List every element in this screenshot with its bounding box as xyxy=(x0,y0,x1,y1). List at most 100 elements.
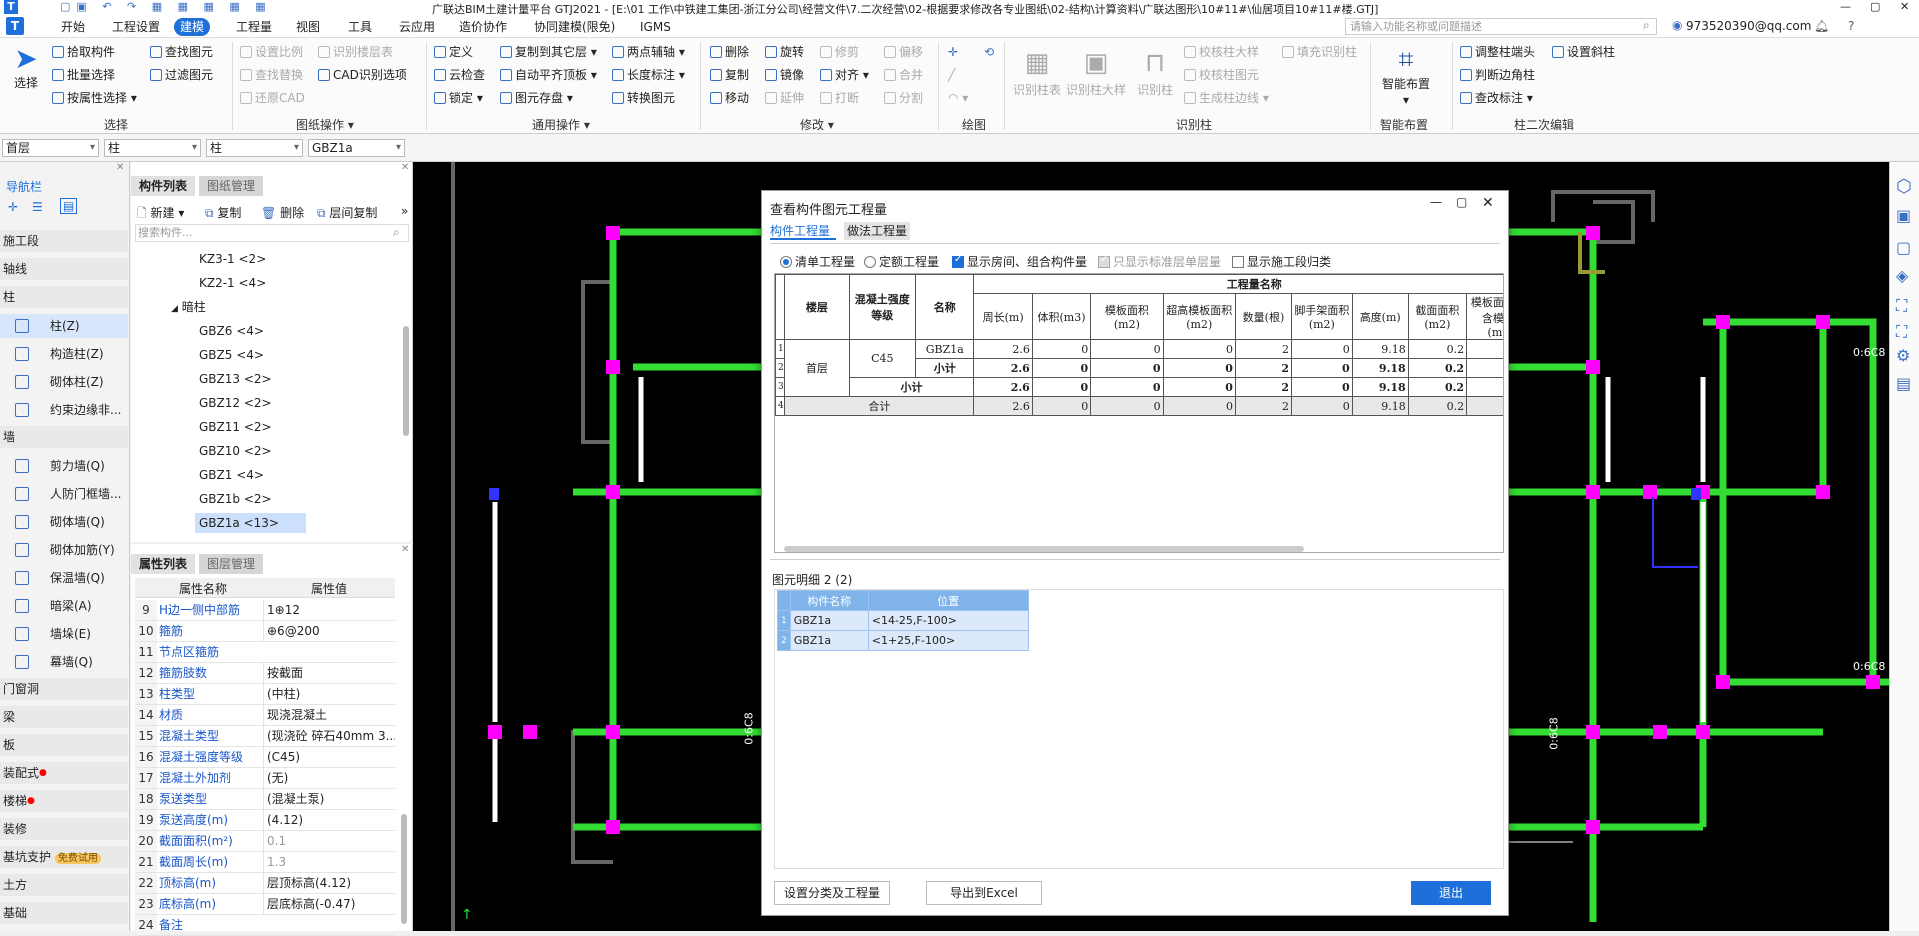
recognize-column-detail-button[interactable]: ▣ 识别柱大样 xyxy=(1066,44,1126,98)
property-row[interactable]: 13 柱类型 (中柱) xyxy=(135,684,395,705)
property-value[interactable]: (中柱) xyxy=(263,684,395,704)
nav-item-hidden-beam[interactable]: 暗梁(A) xyxy=(0,594,128,618)
zoom-window-icon[interactable]: ⛶ xyxy=(1896,322,1907,342)
checkbox-standard-floor[interactable]: 只显示标准层单层量 xyxy=(1098,253,1221,270)
judge-corner-column-button[interactable]: 判断边角柱 xyxy=(1460,67,1535,83)
length-dimension-button[interactable]: 长度标注 ▾ xyxy=(612,67,685,83)
property-row[interactable]: 16 混凝土强度等级 (C45) xyxy=(135,747,395,768)
nav-section-construction-segment[interactable]: 施工段 xyxy=(0,230,128,252)
property-value[interactable]: 1⊕12 xyxy=(263,600,395,620)
floor-select[interactable]: 首层 xyxy=(2,139,99,157)
exit-button[interactable]: 退出 xyxy=(1411,881,1491,905)
fit-screen-icon[interactable]: ⛶ xyxy=(1896,296,1907,316)
property-row[interactable]: 12 箍筋肢数 按截面 xyxy=(135,663,395,684)
tree-item[interactable]: GBZ11 <2> xyxy=(195,417,276,437)
nav-section-openings[interactable]: 门窗洞 xyxy=(0,678,128,700)
property-row[interactable]: 23 底标高(m) 层底标高(-0.47) xyxy=(135,894,395,915)
offset-button[interactable]: 偏移 xyxy=(884,44,923,60)
export-excel-button[interactable]: 导出到Excel xyxy=(926,881,1042,905)
align-button[interactable]: 对齐 ▾ xyxy=(820,67,869,83)
smart-layout-button[interactable]: ⌗ 智能布置 ▾ xyxy=(1378,44,1434,108)
property-value[interactable]: 0.1 xyxy=(263,831,395,851)
property-value[interactable]: (无) xyxy=(263,768,395,788)
detail-row[interactable]: 2 GBZ1a <1+25,F-100> xyxy=(777,630,1029,651)
property-value[interactable]: (现浇砼 碎石40mm 3... xyxy=(263,726,395,746)
nav-item-masonry-rebar[interactable]: 砌体加筋(Y) xyxy=(0,538,128,562)
dialog-maximize-icon[interactable]: ▢ xyxy=(1456,195,1467,209)
window-max-icon[interactable]: ▢ xyxy=(1870,0,1880,13)
mirror-button[interactable]: 镜像 xyxy=(765,67,804,83)
property-row[interactable]: 17 混凝土外加剂 (无) xyxy=(135,768,395,789)
extend-button[interactable]: 延伸 xyxy=(765,90,804,106)
line-draw-icon[interactable]: ╱ xyxy=(948,67,955,83)
menu-cloud[interactable]: 云应用 xyxy=(393,18,441,36)
nav-section-beam[interactable]: 梁 xyxy=(0,706,128,728)
menu-igms[interactable]: IGMS xyxy=(634,18,677,36)
tree-group-hidden-column[interactable]: ◢ 暗柱 xyxy=(167,297,210,317)
nav-section-wall[interactable]: 墙 xyxy=(0,426,128,448)
table-row[interactable]: 3 小计 2.6 0 0 0 2 0 9.18 0.2 xyxy=(775,377,1503,397)
nav-section-stairs[interactable]: 楼梯● xyxy=(0,790,128,812)
search-icon[interactable]: ⌕ xyxy=(393,225,400,240)
nav-section-axis[interactable]: 轴线 xyxy=(0,258,128,280)
trim-button[interactable]: 修剪 xyxy=(820,44,859,60)
pin-icon[interactable]: ✛ xyxy=(8,200,18,214)
nav-section-excavation-support[interactable]: 基坑支护 免费试用 xyxy=(0,846,128,868)
menu-project-settings[interactable]: 工程设置 xyxy=(106,18,166,36)
auto-align-top-button[interactable]: 自动平齐顶板 ▾ xyxy=(500,67,597,83)
detail-row[interactable]: 1 GBZ1a <14-25,F-100> xyxy=(777,610,1029,631)
panel-close-icon[interactable]: ✕ xyxy=(401,162,409,173)
menu-collab-modeling[interactable]: 协同建模(限免) xyxy=(528,18,621,36)
component-select[interactable]: GBZ1a xyxy=(308,139,405,157)
list-view-icon[interactable]: ☰ xyxy=(32,200,43,214)
property-row[interactable]: 14 材质 现浇混凝土 xyxy=(135,705,395,726)
tree-item[interactable]: GBZ5 <4> xyxy=(195,345,268,365)
tab-property-list[interactable]: 属性列表 xyxy=(131,554,196,574)
property-value[interactable]: (C45) xyxy=(263,747,395,767)
nav-item-civil-defense-wall[interactable]: 人防门框墙... xyxy=(0,482,128,506)
delete-component-button[interactable]: 🗑︎ 删除 xyxy=(261,204,304,221)
search-input[interactable]: 请输入功能名称或问题描述 xyxy=(1345,18,1657,35)
nav-item-masonry-column[interactable]: 砌体柱(Z) xyxy=(0,370,128,394)
convert-element-button[interactable]: 转换图元 xyxy=(612,90,675,106)
help-icon[interactable]: ? xyxy=(1848,19,1854,33)
lock-button[interactable]: 锁定 ▾ xyxy=(434,90,483,106)
search-icon[interactable]: ⌕ xyxy=(1643,18,1650,33)
window-close-icon[interactable]: ✕ xyxy=(1900,0,1909,13)
tab-component-list[interactable]: 构件列表 xyxy=(131,176,196,196)
radio-bill-quantity[interactable]: 清单工程量 xyxy=(780,253,855,270)
nav-section-decoration[interactable]: 装修 xyxy=(0,818,128,840)
tree-item[interactable]: GBZ1b <2> xyxy=(195,489,276,509)
checkbox-show-room[interactable]: 显示房间、组合构件量 xyxy=(952,253,1087,270)
recognize-column-button[interactable]: ⊓ 识别柱 xyxy=(1130,44,1180,98)
save-element-button[interactable]: 图元存盘 ▾ xyxy=(500,90,573,106)
detail-view-icon[interactable]: ▤ xyxy=(60,198,78,214)
tree-item[interactable]: GBZ1 <4> xyxy=(195,465,268,485)
menu-cost-collab[interactable]: 造价协作 xyxy=(453,18,513,36)
filter-element-button[interactable]: 过滤图元 xyxy=(150,67,213,83)
set-classification-button[interactable]: 设置分类及工程量 xyxy=(774,881,890,905)
cad-options-button[interactable]: CAD识别选项 xyxy=(318,67,407,83)
list-icon[interactable]: ▤ xyxy=(1896,374,1911,393)
checkbox-construction-segment[interactable]: 显示施工段归类 xyxy=(1232,253,1331,270)
generate-column-edge-button[interactable]: 生成柱边线 ▾ xyxy=(1184,90,1269,106)
free-trial-badge[interactable]: 免费试用 xyxy=(54,853,101,864)
fill-recognize-column-button[interactable]: 填充识别柱 xyxy=(1282,44,1357,60)
copy-button[interactable]: 复制 xyxy=(710,67,749,83)
select-by-attribute-button[interactable]: 按属性选择 ▾ xyxy=(52,90,137,106)
table-row[interactable]: 1 首层 C45 GBZ1a 2.6 0 0 0 2 0 9.18 0.2 xyxy=(775,339,1503,397)
dialog-minimize-icon[interactable]: — xyxy=(1430,195,1442,209)
menu-tools[interactable]: 工具 xyxy=(342,18,378,36)
nav-item-construction-column[interactable]: 构造柱(Z) xyxy=(0,342,128,366)
property-value[interactable]: 层顶标高(4.12) xyxy=(263,873,395,893)
batch-select-button[interactable]: 批量选择 xyxy=(52,67,115,83)
define-button[interactable]: 定义 xyxy=(434,44,473,60)
new-component-button[interactable]: 🗋︎ 新建 ▾ xyxy=(137,204,184,225)
recognize-floor-table-button[interactable]: 识别楼层表 xyxy=(318,44,393,60)
window-min-icon[interactable]: — xyxy=(1840,0,1851,13)
view-top-icon[interactable]: ▢ xyxy=(1896,238,1911,257)
property-row[interactable]: 19 泵送高度(m) (4.12) xyxy=(135,810,395,831)
property-row[interactable]: 15 混凝土类型 (现浇砼 碎石40mm 3... xyxy=(135,726,395,747)
table-row[interactable]: 4 合计 2.6 0 0 0 2 0 9.18 0.2 xyxy=(775,396,1503,416)
move-button[interactable]: 移动 xyxy=(710,90,749,106)
